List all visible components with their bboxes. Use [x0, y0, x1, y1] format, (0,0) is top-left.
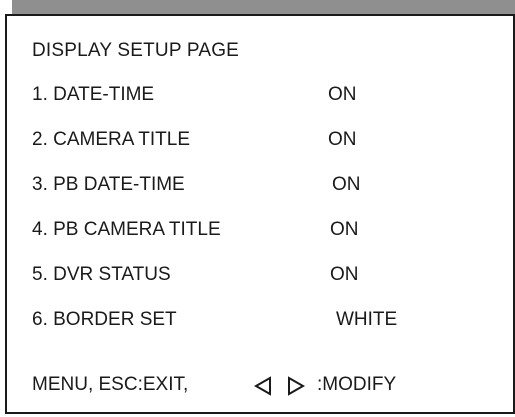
exit-hint-text: MENU, ESC:EXIT,	[32, 374, 189, 395]
left-triangle-icon	[253, 376, 273, 402]
menu-item-value[interactable]: ON	[330, 219, 359, 241]
right-triangle-icon	[286, 376, 306, 402]
menu-item-pb-date-time[interactable]: 3. PB DATE-TIME ON	[32, 174, 502, 200]
menu-item-value[interactable]: ON	[332, 174, 361, 196]
page-title: DISPLAY SETUP PAGE	[32, 40, 240, 61]
menu-item-value[interactable]: ON	[328, 84, 357, 106]
menu-item-border-set[interactable]: 6. BORDER SET WHITE	[32, 309, 502, 335]
menu-item-label: 3. PB DATE-TIME	[32, 174, 185, 195]
menu-item-label: 4. PB CAMERA TITLE	[32, 219, 221, 240]
menu-item-label: 5. DVR STATUS	[32, 264, 171, 285]
menu-item-label: 1. DATE-TIME	[32, 84, 155, 105]
menu-item-label: 6. BORDER SET	[32, 309, 177, 330]
display-setup-panel: DISPLAY SETUP PAGE 1. DATE-TIME ON 2. CA…	[5, 14, 515, 414]
menu-item-value[interactable]: WHITE	[336, 309, 397, 331]
footer-hint: MENU, ESC:EXIT, :MODIFY	[32, 374, 502, 400]
menu-item-camera-title[interactable]: 2. CAMERA TITLE ON	[32, 129, 502, 155]
modify-hint-text: :MODIFY	[317, 374, 397, 395]
menu-item-label: 2. CAMERA TITLE	[32, 129, 191, 150]
menu-item-date-time[interactable]: 1. DATE-TIME ON	[32, 84, 502, 110]
menu-item-value[interactable]: ON	[328, 129, 357, 151]
menu-item-pb-camera-title[interactable]: 4. PB CAMERA TITLE ON	[32, 219, 502, 245]
menu-item-dvr-status[interactable]: 5. DVR STATUS ON	[32, 264, 502, 290]
menu-item-value[interactable]: ON	[330, 264, 359, 286]
